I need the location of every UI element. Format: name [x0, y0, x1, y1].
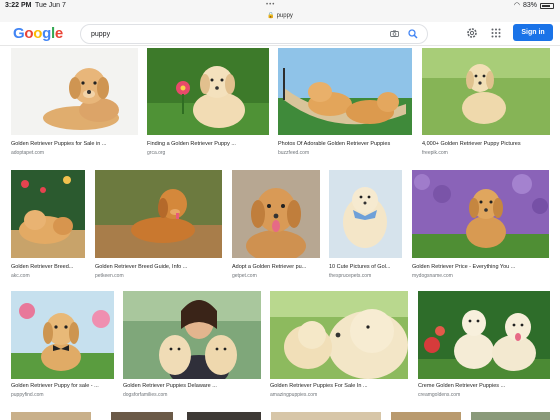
result-title[interactable]: 4,000+ Golden Retriever Puppy Pictures	[422, 141, 548, 147]
search-icon[interactable]	[408, 29, 418, 39]
result-thumbnail[interactable]	[11, 291, 114, 379]
image-result[interactable]: Golden Retriever Puppies Delaware ... do…	[123, 291, 261, 403]
image-result[interactable]: Golden Retriever Puppies For Sale In ...…	[270, 291, 408, 403]
result-thumbnail[interactable]	[147, 48, 269, 135]
camera-icon[interactable]	[390, 30, 399, 37]
image-result[interactable]: Creme Golden Retriever Puppies ... cream…	[418, 291, 550, 403]
search-box[interactable]: puppy	[80, 24, 428, 44]
image-result[interactable]: Golden Retriever Breed Guide, Info ... p…	[95, 170, 222, 284]
result-thumbnail[interactable]	[95, 170, 222, 258]
result-source: thesprucepets.com	[329, 273, 372, 279]
status-time: 3:22 PM	[5, 2, 32, 9]
address-text: puppy	[276, 13, 293, 19]
result-title[interactable]: Golden Retriever Price - Everything You …	[412, 264, 547, 270]
result-title[interactable]: 10 Cute Pictures of Gol...	[329, 264, 400, 270]
sign-in-button[interactable]: Sign in	[513, 24, 553, 41]
image-result[interactable]: Finding a Golden Retriever Puppy ... grc…	[147, 48, 269, 158]
next-row-peek	[11, 412, 550, 420]
image-result[interactable]: 4,000+ Golden Retriever Puppy Pictures f…	[422, 48, 550, 158]
result-thumbnail[interactable]	[271, 412, 381, 420]
result-title[interactable]: Golden Retriever Puppy for sale - ...	[11, 383, 112, 389]
address-bar[interactable]: 🔒 puppy	[0, 11, 560, 22]
wifi-icon: ◠	[513, 2, 520, 9]
result-source: grca.org	[147, 150, 166, 156]
result-source: puppyfind.com	[11, 392, 44, 398]
result-title[interactable]: Finding a Golden Retriever Puppy ...	[147, 141, 267, 147]
gear-icon[interactable]	[466, 27, 478, 39]
result-thumbnail[interactable]	[278, 48, 412, 135]
apps-grid-icon[interactable]	[491, 28, 501, 38]
result-thumbnail[interactable]	[329, 170, 402, 258]
result-title[interactable]: Golden Retriever Puppies for Sale in ...	[11, 141, 131, 147]
result-thumbnail[interactable]	[11, 48, 138, 135]
result-source: freepik.com	[422, 150, 448, 156]
image-result[interactable]: Photos Of Adorable Golden Retriever Pupp…	[278, 48, 412, 158]
result-title[interactable]: Creme Golden Retriever Puppies ...	[418, 383, 548, 389]
result-source: getpet.com	[232, 273, 257, 279]
result-thumbnail[interactable]	[232, 170, 320, 258]
search-input[interactable]: puppy	[91, 25, 110, 44]
google-header: Google puppy Sign in	[0, 22, 560, 46]
result-source: petkeen.com	[95, 273, 124, 279]
image-result[interactable]: 10 Cute Pictures of Gol... thesprucepets…	[329, 170, 402, 284]
result-title[interactable]: Golden Retriever Breed Guide, Info ...	[95, 264, 220, 270]
status-indicators: ◠ 83%	[514, 0, 554, 11]
result-source: dogsforfamilies.com	[123, 392, 168, 398]
result-source: buzzfeed.com	[278, 150, 310, 156]
image-result[interactable]: Golden Retriever Price - Everything You …	[412, 170, 549, 284]
lock-icon: 🔒	[267, 13, 275, 19]
result-source: creamgoldens.com	[418, 392, 461, 398]
result-thumbnail[interactable]	[412, 170, 549, 258]
result-thumbnail[interactable]	[11, 412, 91, 420]
result-title[interactable]: Photos Of Adorable Golden Retriever Pupp…	[278, 141, 410, 147]
result-thumbnail[interactable]	[422, 48, 550, 135]
result-thumbnail[interactable]	[418, 291, 550, 379]
image-result[interactable]: Adopt a Golden Retriever pu... getpet.co…	[232, 170, 320, 284]
result-title[interactable]: Golden Retriever Puppies For Sale In ...	[270, 383, 406, 389]
result-thumbnail[interactable]	[270, 291, 408, 379]
status-date: Tue Jun 7	[35, 2, 66, 9]
result-title[interactable]: Adopt a Golden Retriever pu...	[232, 264, 318, 270]
multitask-dots-icon[interactable]: •••	[266, 0, 275, 11]
google-logo[interactable]: Google	[13, 25, 63, 42]
image-result[interactable]: Golden Retriever Puppies for Sale in ...…	[11, 48, 138, 158]
image-result[interactable]: Golden Retriever Puppy for sale - ... pu…	[11, 291, 114, 403]
status-bar: 3:22 PM Tue Jun 7 ••• ◠ 83%	[0, 0, 560, 11]
result-thumbnail[interactable]	[111, 412, 173, 420]
result-thumbnail[interactable]	[471, 412, 550, 420]
result-thumbnail[interactable]	[123, 291, 261, 379]
result-source: akc.com	[11, 273, 30, 279]
result-source: adoptapet.com	[11, 150, 45, 156]
result-source: mydogsname.com	[412, 273, 453, 279]
image-result[interactable]: Golden Retriever Breed... akc.com	[11, 170, 85, 284]
battery-icon	[540, 2, 554, 9]
result-thumbnail[interactable]	[187, 412, 261, 420]
result-thumbnail[interactable]	[11, 170, 85, 258]
battery-percent: 83%	[522, 2, 537, 9]
result-thumbnail[interactable]	[391, 412, 461, 420]
result-title[interactable]: Golden Retriever Breed...	[11, 264, 83, 270]
result-title[interactable]: Golden Retriever Puppies Delaware ...	[123, 383, 259, 389]
result-source: amazingpuppies.com	[270, 392, 318, 398]
